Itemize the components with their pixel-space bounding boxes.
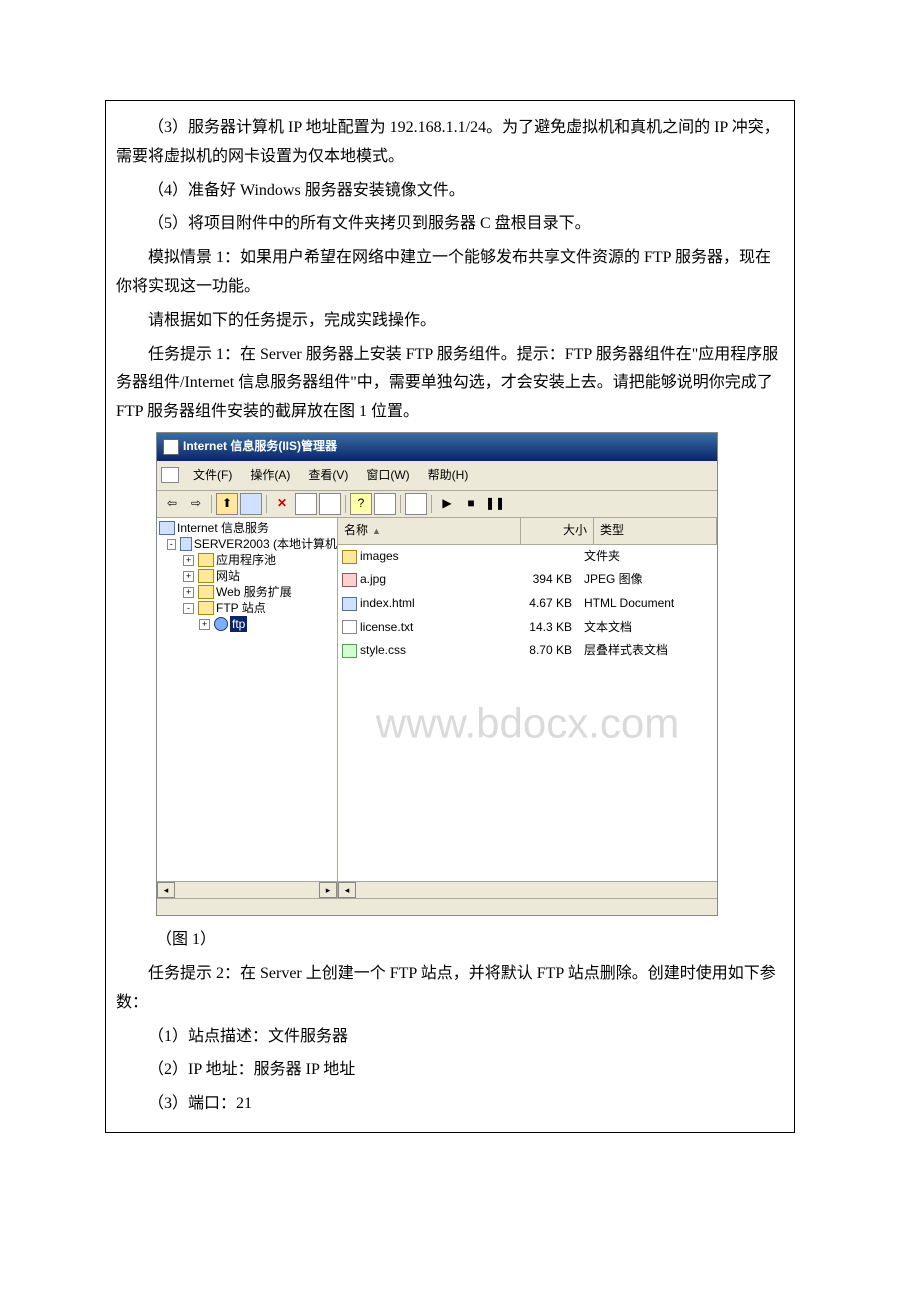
collapse-icon[interactable]: - <box>183 603 194 614</box>
help-button[interactable]: ? <box>350 493 372 515</box>
list-item[interactable]: images 文件夹 <box>338 545 717 569</box>
selected-node-label: ftp <box>230 616 247 632</box>
paragraph: （1）站点描述：文件服务器 <box>116 1023 784 1052</box>
titlebar: Internet 信息服务(IIS)管理器 <box>157 433 717 461</box>
delete-button[interactable]: ✕ <box>271 493 293 515</box>
folder-icon <box>198 569 214 583</box>
back-button[interactable]: ⇦ <box>161 493 183 515</box>
expand-icon[interactable]: + <box>199 619 210 630</box>
scroll-right-icon[interactable]: ▸ <box>319 882 337 898</box>
menu-help[interactable]: 帮助(H) <box>420 464 477 488</box>
css-icon <box>342 644 357 658</box>
tree-ftpsite[interactable]: - FTP 站点 <box>159 600 337 616</box>
document-content-frame: （3）服务器计算机 IP 地址配置为 192.168.1.1/24。为了避免虚拟… <box>105 100 795 1133</box>
folder-icon <box>198 585 214 599</box>
col-size[interactable]: 大小 <box>521 518 594 544</box>
paragraph: 模拟情景 1：如果用户希望在网络中建立一个能够发布共享文件资源的 FTP 服务器… <box>116 244 784 302</box>
sort-asc-icon: ▲ <box>372 526 381 536</box>
toolbar-button[interactable] <box>374 493 396 515</box>
col-type[interactable]: 类型 <box>594 518 717 544</box>
collapse-icon[interactable]: - <box>167 539 176 550</box>
list-pane: 名称▲ 大小 类型 images 文件夹 a.jpg <box>338 518 717 898</box>
scroll-left-icon[interactable]: ◂ <box>157 882 175 898</box>
pause-button[interactable]: ❚❚ <box>484 493 506 515</box>
image-icon <box>342 573 357 587</box>
text-icon <box>342 620 357 634</box>
tree-apppool[interactable]: + 应用程序池 <box>159 552 337 568</box>
paragraph: （2）IP 地址：服务器 IP 地址 <box>116 1056 784 1085</box>
scroll-left-icon[interactable]: ◂ <box>338 882 356 898</box>
paragraph: （3）服务器计算机 IP 地址配置为 192.168.1.1/24。为了避免虚拟… <box>116 114 784 172</box>
window-title: Internet 信息服务(IIS)管理器 <box>183 436 337 458</box>
toolbar: ⇦ ⇨ ⬆ ✕ ? ▶ ■ ❚❚ <box>157 491 717 518</box>
computer-icon <box>159 521 175 535</box>
tree-ftp-node[interactable]: + ftp <box>159 616 337 632</box>
menu-action[interactable]: 操作(A) <box>242 464 298 488</box>
tree-webext[interactable]: + Web 服务扩展 <box>159 584 337 600</box>
list-item[interactable]: a.jpg 394 KB JPEG 图像 <box>338 568 717 592</box>
menu-file[interactable]: 文件(F) <box>185 464 240 488</box>
paragraph: （3）端口：21 <box>116 1090 784 1119</box>
paragraph: 任务提示 2：在 Server 上创建一个 FTP 站点，并将默认 FTP 站点… <box>116 960 784 1018</box>
properties-button[interactable] <box>295 493 317 515</box>
tree-pane: Internet 信息服务 - SERVER2003 (本地计算机 + 应用程序… <box>157 518 338 898</box>
menubar: 文件(F) 操作(A) 查看(V) 窗口(W) 帮助(H) <box>157 461 717 492</box>
list-item[interactable]: index.html 4.67 KB HTML Document <box>338 592 717 616</box>
folder-icon <box>198 553 214 567</box>
up-folder-button[interactable]: ⬆ <box>216 493 238 515</box>
folder-icon <box>342 550 357 564</box>
paragraph: （5）将项目附件中的所有文件夹拷贝到服务器 C 盘根目录下。 <box>116 210 784 239</box>
stop-button[interactable]: ■ <box>460 493 482 515</box>
tree-scrollbar[interactable]: ◂ ▸ <box>157 881 337 898</box>
watermark: www.bdocx.com <box>376 685 679 761</box>
paragraph: 请根据如下的任务提示，完成实践操作。 <box>116 307 784 336</box>
iis-manager-window: Internet 信息服务(IIS)管理器 文件(F) 操作(A) 查看(V) … <box>156 432 718 916</box>
toolbar-button[interactable] <box>405 493 427 515</box>
tree-website[interactable]: + 网站 <box>159 568 337 584</box>
figure-label: （图 1） <box>156 926 784 955</box>
html-icon <box>342 597 357 611</box>
paragraph: 任务提示 1：在 Server 服务器上安装 FTP 服务组件。提示：FTP 服… <box>116 341 784 427</box>
folder-icon <box>198 601 214 615</box>
list-header: 名称▲ 大小 类型 <box>338 518 717 545</box>
tree-server[interactable]: - SERVER2003 (本地计算机 <box>159 536 337 552</box>
list-scrollbar[interactable]: ◂ <box>338 881 717 898</box>
paragraph: （4）准备好 Windows 服务器安装镜像文件。 <box>116 177 784 206</box>
app-icon <box>163 439 179 455</box>
list-item[interactable]: license.txt 14.3 KB 文本文档 <box>338 616 717 640</box>
expand-icon[interactable]: + <box>183 555 194 566</box>
play-button[interactable]: ▶ <box>436 493 458 515</box>
server-icon <box>180 537 192 551</box>
expand-icon[interactable]: + <box>183 587 194 598</box>
refresh-button[interactable] <box>319 493 341 515</box>
globe-icon <box>214 617 228 631</box>
forward-button[interactable]: ⇨ <box>185 493 207 515</box>
statusbar <box>157 898 717 915</box>
system-menu-icon[interactable] <box>161 467 179 483</box>
menu-window[interactable]: 窗口(W) <box>358 464 417 488</box>
col-name[interactable]: 名称▲ <box>338 518 521 544</box>
list-item[interactable]: style.css 8.70 KB 层叠样式表文档 <box>338 639 717 663</box>
toolbar-button[interactable] <box>240 493 262 515</box>
menu-view[interactable]: 查看(V) <box>300 464 356 488</box>
expand-icon[interactable]: + <box>183 571 194 582</box>
list-rows: images 文件夹 a.jpg 394 KB JPEG 图像 index.ht… <box>338 545 717 663</box>
tree-root[interactable]: Internet 信息服务 <box>159 520 337 536</box>
